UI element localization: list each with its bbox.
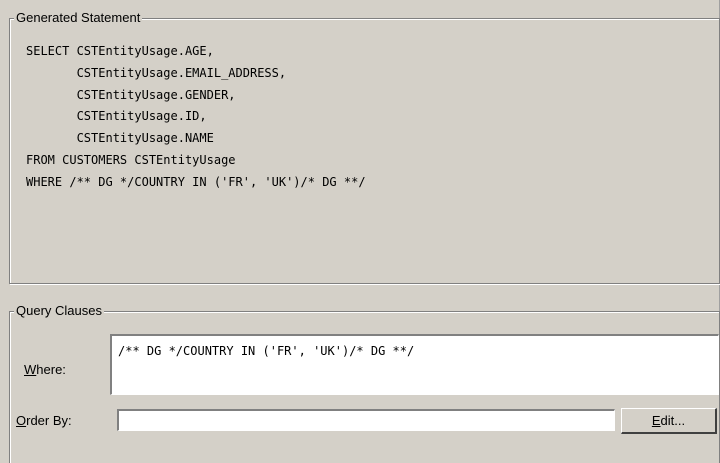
sql-line: SELECT CSTEntityUsage.AGE, xyxy=(26,44,214,58)
order-by-input[interactable] xyxy=(117,409,615,431)
edit-button[interactable]: Edit... xyxy=(621,408,717,434)
sql-line: FROM CUSTOMERS CSTEntityUsage xyxy=(26,152,236,167)
generated-statement-group: Generated Statement SELECT CSTEntityUsag… xyxy=(9,10,720,284)
generated-statement-title: Generated Statement xyxy=(14,10,143,26)
sql-line: WHERE /** DG */COUNTRY IN ('FR', 'UK')/*… xyxy=(26,174,366,189)
sql-line: CSTEntityUsage.NAME xyxy=(26,131,214,146)
where-label: Where: xyxy=(24,362,66,377)
sql-line: CSTEntityUsage.GENDER, xyxy=(26,87,236,102)
query-clauses-title: Query Clauses xyxy=(14,303,104,319)
query-editor-panel: Generated Statement SELECT CSTEntityUsag… xyxy=(0,0,720,463)
where-clause-textarea[interactable]: /** DG */COUNTRY IN ('FR', 'UK')/* DG **… xyxy=(110,334,719,395)
sql-line: CSTEntityUsage.ID, xyxy=(26,109,207,124)
generated-sql-text[interactable]: SELECT CSTEntityUsage.AGE, CSTEntityUsag… xyxy=(26,41,366,194)
sql-line: CSTEntityUsage.EMAIL_ADDRESS, xyxy=(26,65,287,80)
order-by-label: Order By: xyxy=(16,413,72,428)
query-clauses-group: Query Clauses Where: /** DG */COUNTRY IN… xyxy=(9,303,720,463)
